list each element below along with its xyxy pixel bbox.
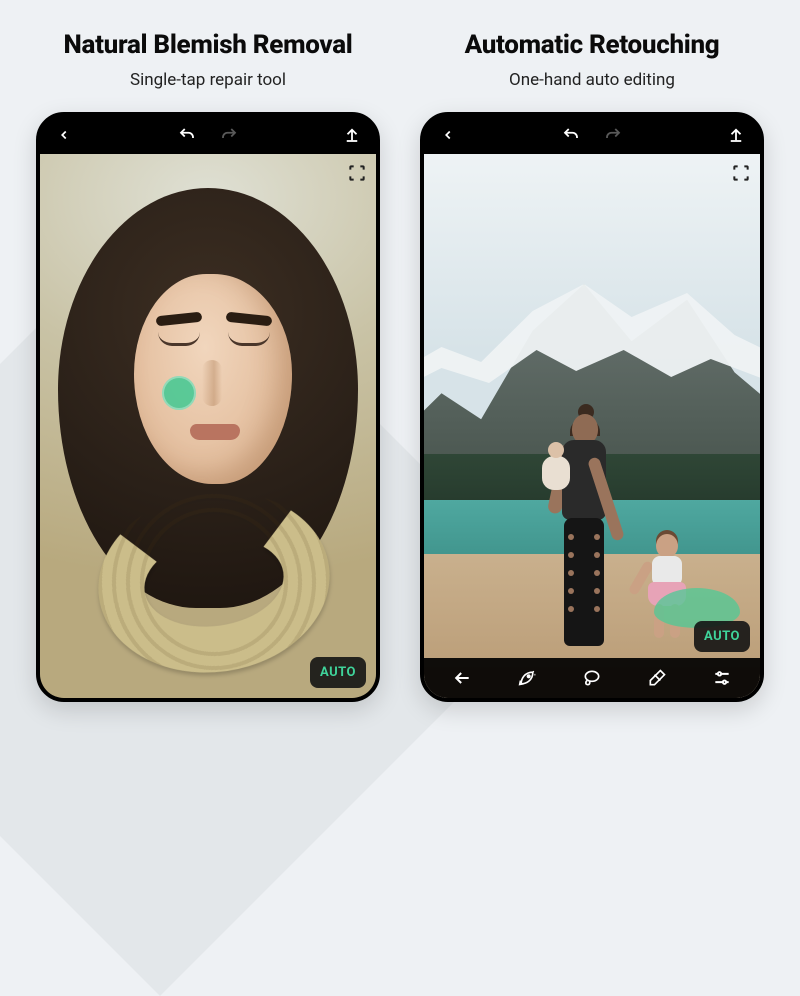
editor-topbar [424, 116, 760, 154]
undo-icon[interactable] [177, 125, 197, 145]
magic-rocket-icon[interactable] [517, 668, 537, 688]
export-icon[interactable] [726, 125, 746, 145]
phone-mockup-right: AUTO [420, 112, 764, 702]
redo-icon[interactable] [219, 125, 239, 145]
panel-title: Automatic Retouching [420, 30, 764, 60]
sliders-icon[interactable] [712, 668, 732, 688]
panel-subtitle: Single-tap repair tool [36, 70, 380, 90]
photo-canvas[interactable]: AUTO [40, 154, 376, 698]
focus-frame-icon[interactable] [730, 162, 752, 184]
focus-frame-icon[interactable] [346, 162, 368, 184]
lasso-icon[interactable] [582, 668, 602, 688]
editor-bottombar [424, 658, 760, 698]
editor-topbar [40, 116, 376, 154]
export-icon[interactable] [342, 125, 362, 145]
undo-icon[interactable] [561, 125, 581, 145]
auto-button[interactable]: AUTO [694, 621, 750, 652]
back-icon[interactable] [54, 125, 74, 145]
redo-icon[interactable] [603, 125, 623, 145]
heal-spot-marker[interactable] [162, 376, 196, 410]
eraser-icon[interactable] [647, 668, 667, 688]
photo-canvas[interactable]: AUTO [424, 154, 760, 698]
back-icon[interactable] [438, 125, 458, 145]
photo-subject-adult [544, 414, 624, 664]
panel-subtitle: One-hand auto editing [420, 70, 764, 90]
panel-auto-retouch: Automatic Retouching One-hand auto editi… [420, 30, 764, 702]
auto-button[interactable]: AUTO [310, 657, 366, 688]
back-arrow-icon[interactable] [452, 668, 472, 688]
panel-title: Natural Blemish Removal [36, 30, 380, 60]
panel-blemish-removal: Natural Blemish Removal Single-tap repai… [36, 30, 380, 702]
phone-mockup-left: AUTO [36, 112, 380, 702]
